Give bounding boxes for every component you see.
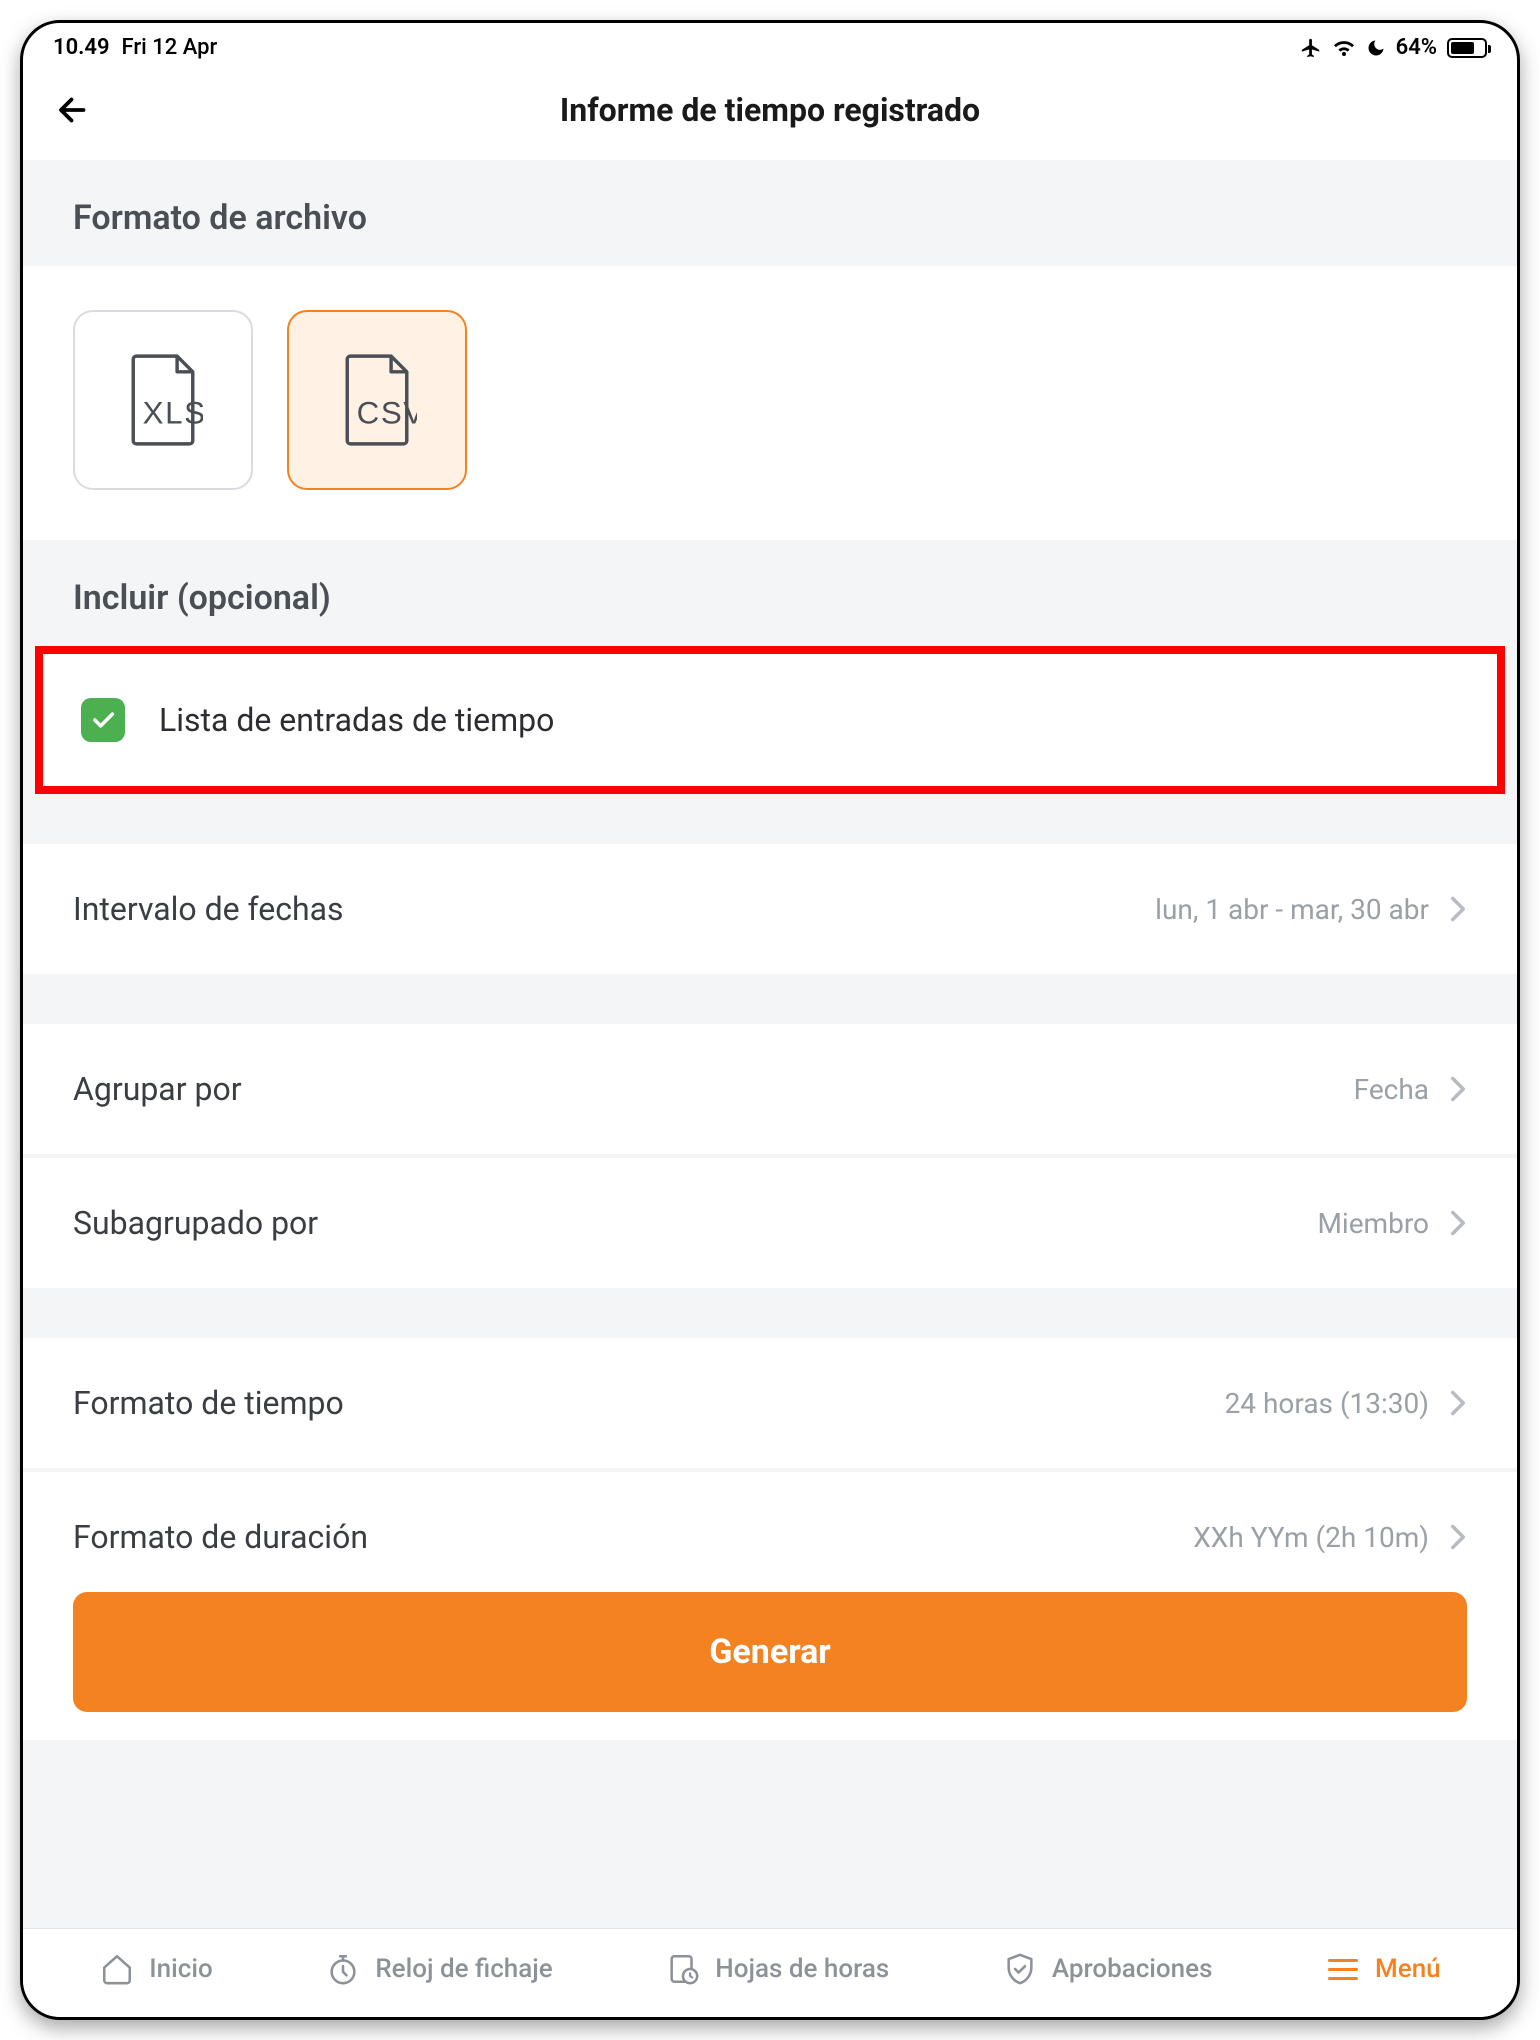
tab-timesheets[interactable]: Hojas de horas <box>665 1951 889 1987</box>
battery-percent: 64% <box>1396 35 1437 60</box>
date-range-label: Intervalo de fechas <box>73 890 344 928</box>
tab-home[interactable]: Inicio <box>99 1951 212 1987</box>
group-by-value: Fecha <box>1354 1073 1429 1106</box>
status-time: 10.49 <box>53 35 110 60</box>
tab-bar: Inicio Reloj de fichaje Hojas de horas A… <box>23 1928 1517 2017</box>
arrow-left-icon <box>55 92 91 128</box>
include-time-entries-checkbox[interactable] <box>81 698 125 742</box>
include-time-entries-label: Lista de entradas de tiempo <box>159 701 554 739</box>
back-button[interactable] <box>53 90 93 130</box>
stopwatch-icon <box>325 1951 361 1987</box>
subgroup-by-label: Subagrupado por <box>73 1204 318 1242</box>
menu-icon <box>1325 1951 1361 1987</box>
airplane-icon <box>1300 37 1322 59</box>
date-range-row[interactable]: Intervalo de fechas lun, 1 abr - mar, 30… <box>23 844 1517 974</box>
include-header: Incluir (opcional) <box>23 540 1517 646</box>
highlight-annotation: Lista de entradas de tiempo <box>35 646 1505 794</box>
tab-approvals-label: Aprobaciones <box>1052 1954 1213 1984</box>
time-format-row[interactable]: Formato de tiempo 24 horas (13:30) <box>23 1338 1517 1468</box>
chevron-right-icon <box>1449 1389 1467 1417</box>
tab-time-clock-label: Reloj de fichaje <box>375 1954 552 1984</box>
status-date: Fri 12 Apr <box>122 35 218 60</box>
file-csv-icon: CSV <box>337 353 417 447</box>
tab-home-label: Inicio <box>149 1954 212 1984</box>
tab-menu-label: Menú <box>1375 1954 1441 1984</box>
chevron-right-icon <box>1449 1209 1467 1237</box>
chevron-right-icon <box>1449 1523 1467 1551</box>
tab-time-clock[interactable]: Reloj de fichaje <box>325 1951 552 1987</box>
moon-icon <box>1366 38 1386 58</box>
time-format-label: Formato de tiempo <box>73 1384 344 1422</box>
duration-format-value: XXh YYm (2h 10m) <box>1193 1521 1429 1554</box>
check-icon <box>89 706 117 734</box>
svg-text:CSV: CSV <box>357 396 417 431</box>
shield-check-icon <box>1002 1951 1038 1987</box>
status-bar: 10.49 Fri 12 Apr 64% <box>23 23 1517 66</box>
tab-menu[interactable]: Menú <box>1325 1951 1441 1987</box>
nav-header: Informe de tiempo registrado <box>23 66 1517 160</box>
timesheet-icon <box>665 1951 701 1987</box>
generate-button[interactable]: Generar <box>73 1592 1467 1712</box>
file-format-header: Formato de archivo <box>23 160 1517 266</box>
group-by-label: Agrupar por <box>73 1070 242 1108</box>
file-format-csv[interactable]: CSV <box>287 310 467 490</box>
duration-format-label: Formato de duración <box>73 1518 368 1556</box>
chevron-right-icon <box>1449 1075 1467 1103</box>
svg-text:XLS: XLS <box>143 396 203 431</box>
file-format-xls[interactable]: XLS <box>73 310 253 490</box>
battery-icon <box>1447 38 1487 58</box>
date-range-value: lun, 1 abr - mar, 30 abr <box>1155 893 1429 926</box>
page-title: Informe de tiempo registrado <box>560 91 980 129</box>
subgroup-by-value: Miembro <box>1317 1207 1429 1240</box>
file-xls-icon: XLS <box>123 353 203 447</box>
tab-approvals[interactable]: Aprobaciones <box>1002 1951 1213 1987</box>
chevron-right-icon <box>1449 895 1467 923</box>
duration-format-row[interactable]: Formato de duración XXh YYm (2h 10m) <box>23 1472 1517 1574</box>
include-time-entries-row[interactable]: Lista de entradas de tiempo <box>43 654 1497 786</box>
wifi-icon <box>1332 38 1356 58</box>
tab-timesheets-label: Hojas de horas <box>715 1954 889 1984</box>
generate-button-label: Generar <box>709 1632 831 1672</box>
home-icon <box>99 1951 135 1987</box>
group-by-row[interactable]: Agrupar por Fecha <box>23 1024 1517 1154</box>
subgroup-by-row[interactable]: Subagrupado por Miembro <box>23 1158 1517 1288</box>
time-format-value: 24 horas (13:30) <box>1225 1387 1429 1420</box>
